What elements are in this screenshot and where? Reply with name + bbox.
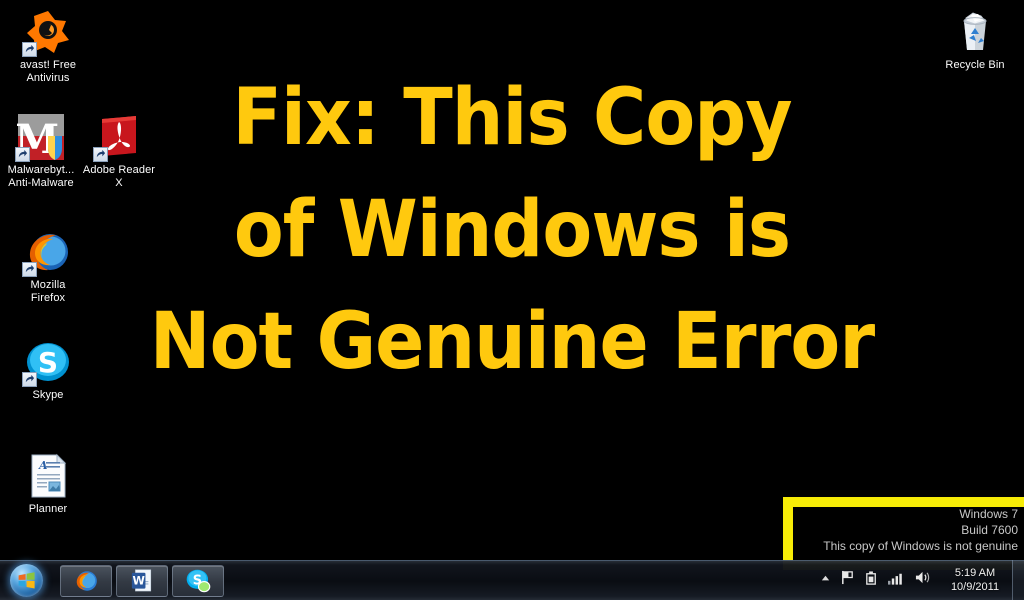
svg-text:W: W: [132, 574, 145, 587]
firefox-icon: [76, 570, 97, 591]
skype-icon: S: [186, 569, 210, 592]
desktop-icon-mozilla-firefox[interactable]: Mozilla Firefox: [6, 228, 90, 305]
skype-icon: S: [22, 338, 72, 387]
recycle-bin-icon: [951, 8, 999, 56]
desktop-icon-label: Adobe Reader X: [82, 164, 156, 189]
desktop-icon-skype[interactable]: S Skype: [6, 338, 90, 402]
activation-watermark: Windows 7 Build 7600 This copy of Window…: [823, 506, 1018, 554]
desktop-icon-label: Recycle Bin: [945, 59, 1005, 71]
desktop-icon-recycle-bin[interactable]: Recycle Bin: [933, 8, 1017, 72]
tray-icon-group: [813, 570, 938, 591]
headline-line-1: Fix: This Copy: [232, 73, 792, 163]
taskbar-buttons: W S: [60, 564, 224, 597]
word-icon: W: [131, 568, 151, 591]
desktop-icon-planner[interactable]: A Planner: [6, 452, 90, 516]
desktop-icon-adobe-reader-x[interactable]: Adobe Reader X: [77, 113, 161, 190]
watermark-build: Build 7600: [961, 523, 1018, 537]
show-hidden-icons[interactable]: [820, 571, 831, 589]
desktop-icon-avast-free-antivirus[interactable]: avast! Free Antivirus: [6, 8, 90, 85]
clock[interactable]: 5:19 AM 10/9/2011: [938, 566, 1012, 594]
headline-line-3: Not Genuine Error: [149, 297, 875, 387]
action-center-flag-icon[interactable]: [840, 570, 855, 590]
word-document-icon: A: [24, 452, 72, 500]
shortcut-arrow-icon: [22, 372, 37, 387]
watermark-message: This copy of Windows is not genuine: [823, 539, 1018, 553]
desktop-icon-label: Planner: [28, 503, 68, 515]
shortcut-arrow-icon: [93, 147, 108, 162]
taskbar-firefox[interactable]: [60, 564, 112, 597]
battery-icon[interactable]: [864, 570, 879, 591]
shortcut-arrow-icon: [22, 42, 37, 57]
firefox-icon: [22, 228, 72, 277]
volume-speaker-icon[interactable]: [914, 570, 931, 590]
taskbar: W S 5:19 AM 10/9/2011: [0, 560, 1024, 600]
desktop-icon-label: Mozilla Firefox: [30, 279, 66, 304]
avast-icon: [22, 8, 72, 57]
adobe-reader-icon: [93, 113, 143, 162]
shortcut-arrow-icon: [22, 262, 37, 277]
desktop-screen: avast! Free Antivirus M Malwarebyt... An…: [0, 0, 1024, 600]
shortcut-arrow-icon: [15, 147, 30, 162]
desktop-icon-label: Skype: [32, 389, 64, 401]
system-tray: 5:19 AM 10/9/2011: [813, 560, 1024, 600]
taskbar-word[interactable]: W: [116, 564, 168, 597]
windows-logo-icon: [9, 564, 43, 597]
desktop-icon-label: avast! Free Antivirus: [19, 59, 77, 84]
clock-time: 5:19 AM: [954, 567, 996, 579]
desktop-icon-label: Malwarebyt... Anti-Malware: [7, 164, 75, 189]
network-signal-bars-icon[interactable]: [888, 571, 905, 590]
malwarebytes-icon: M: [15, 113, 65, 162]
taskbar-skype[interactable]: S: [172, 564, 224, 597]
desktop-icon-malwarebytes-anti-malware[interactable]: M Malwarebyt... Anti-Malware: [0, 113, 83, 190]
show-desktop-button[interactable]: [1012, 560, 1024, 600]
svg-text:A: A: [38, 459, 48, 472]
start-button[interactable]: [2, 562, 50, 600]
clock-date: 10/9/2011: [950, 581, 1000, 593]
watermark-edition: Windows 7: [959, 507, 1018, 521]
svg-text:S: S: [38, 346, 58, 379]
headline-line-2: of Windows is: [233, 185, 791, 275]
